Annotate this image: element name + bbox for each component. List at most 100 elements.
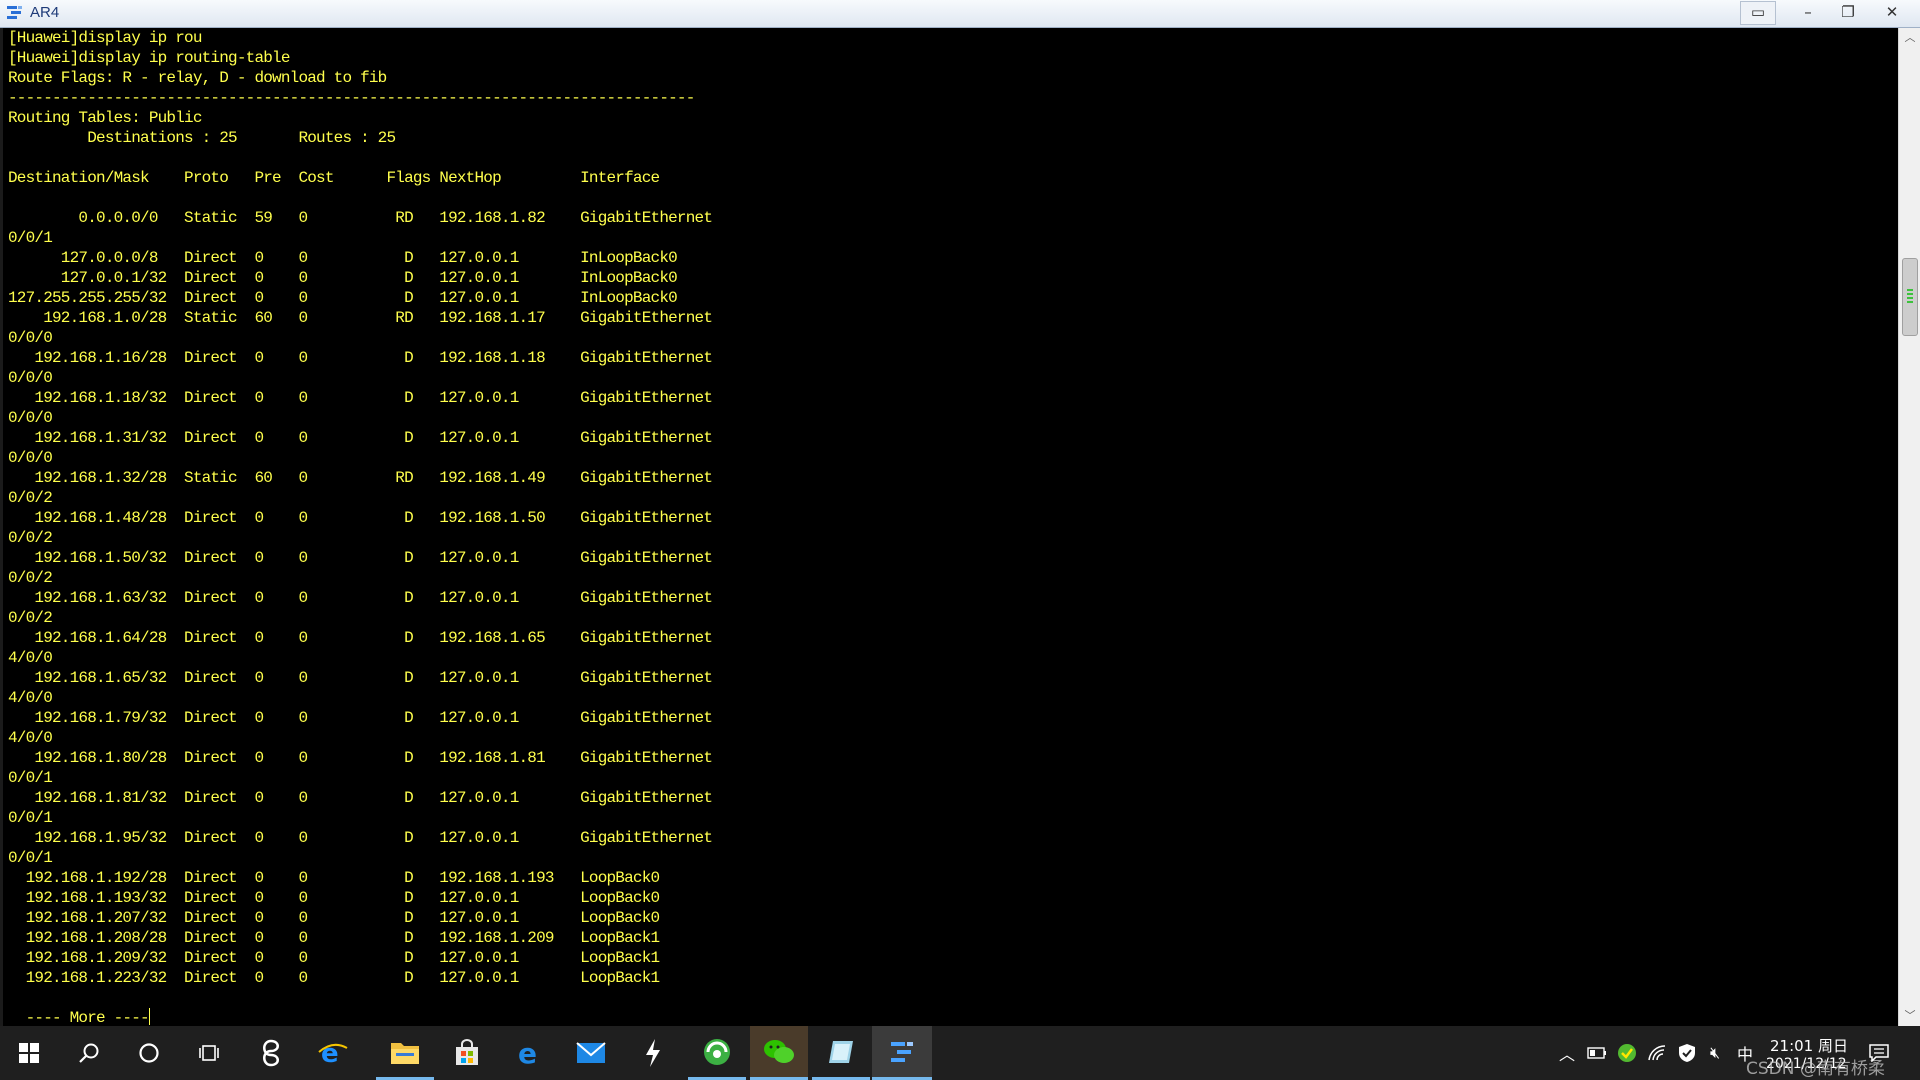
taskbar-file-explorer[interactable] xyxy=(376,1026,434,1080)
store-icon xyxy=(456,1039,478,1065)
restore-icon: ❐ xyxy=(1841,3,1855,21)
terminal-line: 192.168.1.32/28 Static 60 0 RD 192.168.1… xyxy=(34,469,713,487)
terminal-line: 0/0/0 xyxy=(8,449,53,467)
taskbar-ensp[interactable] xyxy=(812,1026,870,1080)
terminal-line: 0/0/0 xyxy=(8,369,53,387)
shield-icon xyxy=(1679,1044,1695,1062)
terminal-line: 192.168.1.64/28 Direct 0 0 D 192.168.1.6… xyxy=(34,629,713,647)
wechat-icon xyxy=(764,1039,794,1063)
terminal-line: 192.168.1.63/32 Direct 0 0 D 127.0.0.1 G… xyxy=(34,589,713,607)
routing-table-output: [Huawei]display ip rou [Huawei]display i… xyxy=(8,29,713,987)
taskbar-app-bolt[interactable] xyxy=(624,1026,682,1080)
taskbar: e e ︿ 🔇︎ 中 21:01 周日 2021/12/12 CSDN @南有桥… xyxy=(0,1026,1920,1080)
internet-explorer-icon: e xyxy=(318,1039,348,1068)
vertical-scrollbar[interactable]: ︿ ﹀ xyxy=(1898,28,1920,1026)
ensp-icon xyxy=(829,1040,853,1063)
scroll-thumb[interactable] xyxy=(1902,258,1918,336)
scroll-up-arrow-icon: ︿ xyxy=(1904,31,1916,44)
terminal-line: ----------------------------------------… xyxy=(8,89,695,107)
window-layout-button[interactable]: ▭ xyxy=(1740,1,1776,25)
terminal-line: 0.0.0.0/0 Static 59 0 RD 192.168.1.82 Gi… xyxy=(78,209,713,227)
cortana-button[interactable] xyxy=(120,1026,178,1080)
search-button[interactable] xyxy=(60,1026,118,1080)
terminal-line: 192.168.1.208/28 Direct 0 0 D 192.168.1.… xyxy=(25,929,661,947)
task-view-icon xyxy=(199,1045,219,1061)
scroll-down-arrow-icon: ﹀ xyxy=(1904,1009,1916,1022)
terminal-line: Destinations : 25 Routes : 25 xyxy=(87,129,396,147)
task-view-button[interactable] xyxy=(180,1026,238,1080)
close-button[interactable]: ✕ xyxy=(1874,2,1910,24)
terminal-console[interactable]: [Huawei]display ip rou [Huawei]display i… xyxy=(0,28,1898,1027)
volume-tray[interactable]: 🔇︎ xyxy=(1704,1042,1726,1064)
terminal-line: [Huawei]display ip routing-table xyxy=(8,49,290,67)
taskbar-browser-360[interactable] xyxy=(688,1026,746,1080)
show-hidden-icons-button[interactable]: ︿ xyxy=(1556,1042,1578,1064)
taskbar-edge[interactable]: e xyxy=(500,1026,558,1080)
svg-text:e: e xyxy=(321,1039,339,1068)
taskbar-ie[interactable]: e xyxy=(304,1026,362,1080)
terminal-line: 192.168.1.48/28 Direct 0 0 D 192.168.1.5… xyxy=(34,509,713,527)
terminal-line: [Huawei]display ip rou xyxy=(8,29,202,47)
bolt-icon xyxy=(646,1039,660,1067)
cortana-circle-icon xyxy=(139,1043,159,1063)
search-icon xyxy=(79,1043,99,1063)
terminal-line: 192.168.1.81/32 Direct 0 0 D 127.0.0.1 G… xyxy=(34,789,713,807)
window-title-bar[interactable]: AR4 ▭ – ❐ ✕ xyxy=(0,0,1920,28)
terminal-line: 0/0/0 xyxy=(8,329,53,347)
terminal-line: 127.0.0.0/8 Direct 0 0 D 127.0.0.1 InLoo… xyxy=(60,249,678,267)
terminal-line: 192.168.1.65/32 Direct 0 0 D 127.0.0.1 G… xyxy=(34,669,713,687)
terminal-line: 0/0/0 xyxy=(8,409,53,427)
terminal-line: 192.168.1.0/28 Static 60 0 RD 192.168.1.… xyxy=(43,309,713,327)
window-title: AR4 xyxy=(30,4,60,21)
folder-icon xyxy=(391,1042,419,1064)
terminal-line: 0/0/2 xyxy=(8,569,53,587)
scroll-down-button[interactable]: ﹀ xyxy=(1899,1006,1920,1026)
terminal-line: 4/0/0 xyxy=(8,649,53,667)
terminal-line: 192.168.1.209/32 Direct 0 0 D 127.0.0.1 … xyxy=(25,949,661,967)
scroll-grip-icon xyxy=(1907,289,1913,303)
close-icon: ✕ xyxy=(1885,3,1899,21)
battery-tray[interactable] xyxy=(1586,1042,1608,1064)
defender-tray[interactable] xyxy=(1676,1042,1698,1064)
taskbar-app-1[interactable] xyxy=(242,1026,300,1080)
terminal-line: 192.168.1.192/28 Direct 0 0 D 192.168.1.… xyxy=(25,869,661,887)
terminal-line: 192.168.1.193/32 Direct 0 0 D 127.0.0.1 … xyxy=(25,889,661,907)
terminal-line: 0/0/1 xyxy=(8,849,53,867)
browser-360-icon xyxy=(704,1038,730,1065)
minimize-button[interactable]: – xyxy=(1790,2,1826,24)
action-center-button[interactable] xyxy=(1868,1042,1890,1064)
terminal-line: Destination/Mask Proto Pre Cost Flags Ne… xyxy=(8,169,660,187)
clock-time[interactable]: 21:01 周日 xyxy=(1770,1035,1848,1056)
terminal-line: Routing Tables: Public xyxy=(8,109,202,127)
terminal-line: 192.168.1.31/32 Direct 0 0 D 127.0.0.1 G… xyxy=(34,429,713,447)
network-tray[interactable] xyxy=(1646,1042,1668,1064)
terminal-line: 192.168.1.207/32 Direct 0 0 D 127.0.0.1 … xyxy=(25,909,661,927)
minimize-icon: – xyxy=(1804,3,1812,21)
text-cursor xyxy=(148,1008,150,1025)
terminal-line: 0/0/1 xyxy=(8,809,53,827)
notification-icon xyxy=(1869,1044,1889,1062)
taskbar-store[interactable] xyxy=(438,1026,496,1080)
terminal-line: 0/0/1 xyxy=(8,229,53,247)
terminal-line: 0/0/2 xyxy=(8,489,53,507)
start-button[interactable] xyxy=(0,1026,58,1080)
scroll-up-button[interactable]: ︿ xyxy=(1899,28,1920,48)
security-app-tray[interactable] xyxy=(1616,1042,1638,1064)
terminal-line: 192.168.1.80/28 Direct 0 0 D 192.168.1.8… xyxy=(34,749,713,767)
taskbar-mail[interactable] xyxy=(562,1026,620,1080)
taskbar-wechat[interactable] xyxy=(750,1026,808,1080)
terminal-line: 0/0/2 xyxy=(8,609,53,627)
restore-button[interactable]: ❐ xyxy=(1830,2,1866,24)
terminal-line: 192.168.1.95/32 Direct 0 0 D 127.0.0.1 G… xyxy=(34,829,713,847)
window-layout-icon: ▭ xyxy=(1750,3,1766,21)
wifi-icon xyxy=(1648,1045,1666,1061)
terminal-line: 192.168.1.79/32 Direct 0 0 D 127.0.0.1 G… xyxy=(34,709,713,727)
terminal-line: 0/0/1 xyxy=(8,769,53,787)
more-prompt: ---- More ---- xyxy=(8,1009,150,1027)
terminal-line: 127.0.0.1/32 Direct 0 0 D 127.0.0.1 InLo… xyxy=(60,269,678,287)
volume-muted-icon: 🔇︎ xyxy=(1709,1043,1721,1062)
battery-icon xyxy=(1587,1047,1606,1059)
taskbar-ar-console[interactable] xyxy=(872,1026,932,1080)
terminal-line: 192.168.1.18/32 Direct 0 0 D 127.0.0.1 G… xyxy=(34,389,713,407)
terminal-line: 4/0/0 xyxy=(8,729,53,747)
